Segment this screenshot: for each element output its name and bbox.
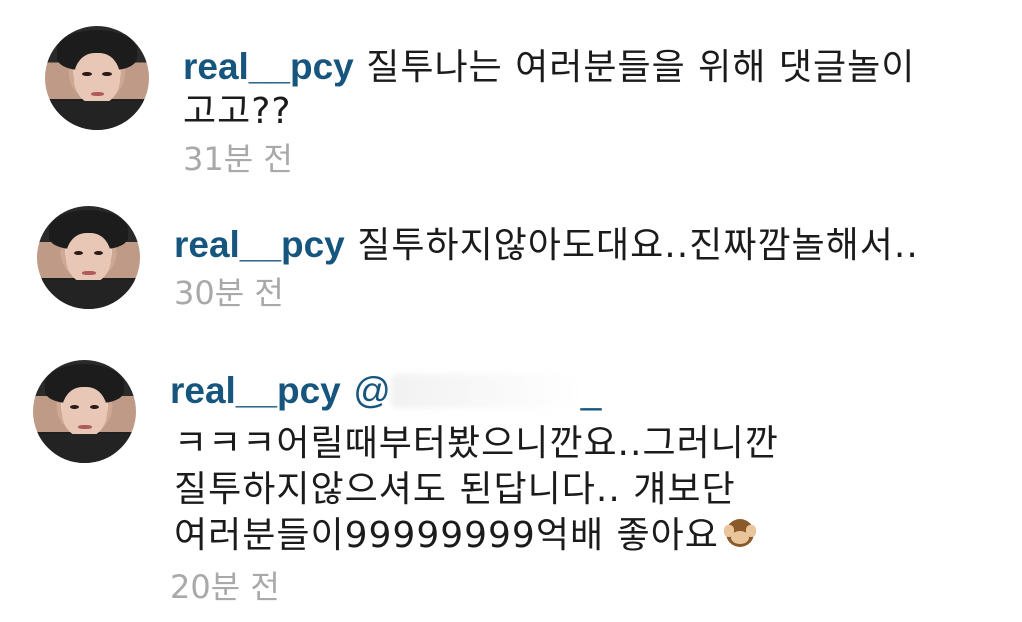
username-link[interactable]: real__pcy xyxy=(174,224,345,265)
mention-trailing: _ xyxy=(580,370,602,411)
comment-timestamp: 20분 전 xyxy=(170,568,280,606)
avatar[interactable] xyxy=(45,26,149,130)
comment-timestamp: 30분 전 xyxy=(174,274,284,312)
comment-first-line: real__pcy 질투하지않아도대요..진짜깜놀해서.. xyxy=(174,216,919,268)
comment-text: 질투나는 여러분들을 위해 댓글놀이 xyxy=(366,47,916,88)
comment-text: 질투하지않아도대요..진짜깜놀해서.. xyxy=(357,225,919,266)
mention-link[interactable]: @ _ xyxy=(353,370,601,411)
avatar[interactable] xyxy=(33,360,136,463)
comment-text-line1: ㅋㅋㅋ어릴때부터봤으니깐요..그러니깐 xyxy=(174,423,779,464)
avatar[interactable] xyxy=(37,206,140,309)
comment-text-line2: 고고?? xyxy=(183,91,292,132)
comment-text-line3: 여러분들이99999999억배 좋아요 xyxy=(174,515,719,556)
username-link[interactable]: real__pcy xyxy=(170,370,341,411)
comment-first-line: real__pcy 질투나는 여러분들을 위해 댓글놀이 xyxy=(183,38,915,90)
mention-at: @ xyxy=(353,370,391,411)
comment-first-line: real__pcy @ _ xyxy=(170,370,601,412)
comment-text-line2: 질투하지않으셔도 된답니다.. 걔보단 xyxy=(174,469,736,510)
blurred-mention xyxy=(390,374,581,408)
username-link[interactable]: real__pcy xyxy=(183,46,354,87)
see-no-evil-monkey-icon xyxy=(723,517,757,551)
comment-text-line3-wrap: 여러분들이99999999억배 좋아요 xyxy=(174,506,757,558)
comment-timestamp: 31분 전 xyxy=(183,140,293,178)
